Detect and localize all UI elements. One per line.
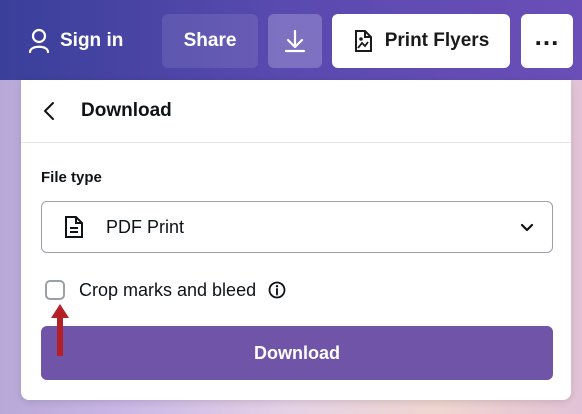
- file-type-value: PDF Print: [106, 216, 185, 237]
- share-label: Share: [183, 30, 237, 51]
- print-flyers-label: Print Flyers: [384, 30, 490, 51]
- crop-marks-label: Crop marks and bleed: [79, 279, 257, 300]
- panel-title: Download: [81, 100, 172, 121]
- annotation-arrow-icon: [51, 304, 69, 356]
- download-button-label: Download: [254, 342, 340, 363]
- top-toolbar: Sign in Share Print Flyers ...: [0, 0, 582, 80]
- download-arrow-icon: [284, 29, 306, 53]
- panel-header: Download: [21, 80, 571, 143]
- user-icon: [28, 28, 50, 54]
- pdf-doc-icon: [65, 216, 83, 238]
- sign-in-button[interactable]: Sign in: [18, 14, 150, 68]
- share-button[interactable]: Share: [162, 14, 258, 68]
- print-doc-icon: [354, 30, 372, 52]
- chevron-down-icon: [520, 223, 534, 232]
- sign-in-label: Sign in: [60, 30, 124, 51]
- info-icon[interactable]: [268, 281, 286, 299]
- more-options-button[interactable]: ...: [521, 14, 573, 68]
- download-button[interactable]: Download: [41, 326, 553, 380]
- download-icon-button[interactable]: [268, 14, 322, 68]
- file-type-label: File type: [41, 169, 102, 186]
- crop-marks-row: Crop marks and bleed: [45, 277, 286, 303]
- back-button[interactable]: [43, 100, 61, 122]
- crop-marks-checkbox[interactable]: [45, 280, 65, 300]
- more-icon: ...: [534, 21, 560, 51]
- file-type-select[interactable]: PDF Print: [41, 201, 553, 253]
- print-flyers-button[interactable]: Print Flyers: [332, 14, 510, 68]
- download-panel: Download File type PDF Print Crop marks …: [21, 80, 571, 400]
- chevron-left-icon: [44, 102, 54, 120]
